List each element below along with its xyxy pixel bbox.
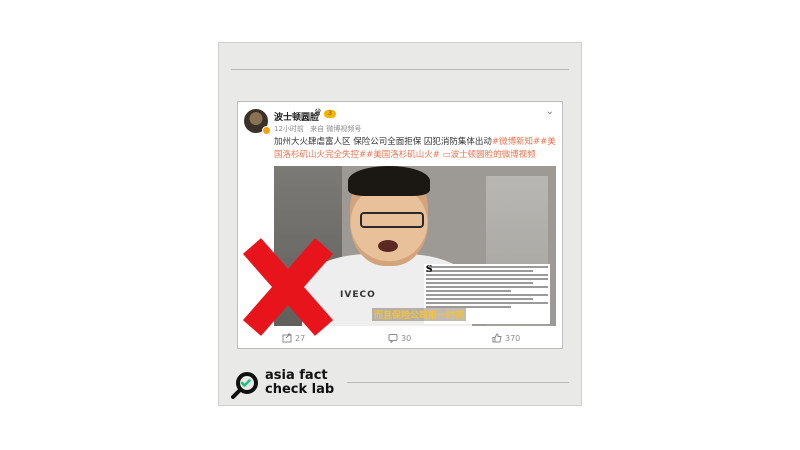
like-button[interactable]: 370	[492, 333, 520, 343]
chevron-down-icon[interactable]: ⌄	[546, 106, 554, 117]
post-meta: 12小时前 来自 微博视频号	[274, 124, 365, 134]
document-line	[426, 278, 548, 280]
comment-button[interactable]: 30	[388, 333, 412, 344]
magnifier-logo-icon	[231, 372, 258, 399]
video-link[interactable]: 波士顿圆脸的微博视频	[451, 150, 536, 160]
repost-icon	[282, 333, 292, 343]
vip-level-badge: 3	[324, 110, 336, 118]
video-person-hair	[348, 166, 430, 196]
document-line	[426, 286, 548, 288]
red-cross-icon	[242, 238, 334, 336]
weibo-post: 波士顿圆脸 ♛ 3 12小时前 来自 微博视频号 ⌄ 加州大火肆虐富人区 保险公…	[237, 101, 563, 349]
like-icon	[492, 333, 502, 343]
comment-count: 30	[401, 334, 412, 343]
document-line	[426, 302, 548, 304]
repost-count: 27	[295, 334, 306, 343]
video-link-icon: ▭	[442, 150, 451, 160]
hashtag-weibo-xinzhi[interactable]: #微博新知#	[492, 137, 540, 147]
post-body: 加州大火肆虐富人区 保险公司全面拒保 囚犯消防集体出动	[274, 137, 492, 147]
document-line	[426, 282, 534, 284]
post-time: 12小时前	[274, 125, 304, 133]
video-person-glasses	[360, 212, 424, 228]
video-person-mouth	[378, 240, 398, 252]
verified-badge-icon	[262, 126, 271, 135]
post-source: 来自 微博视频号	[310, 125, 362, 133]
document-line	[426, 298, 534, 300]
brand-line-1: asia fact	[265, 368, 328, 383]
document-line	[426, 274, 548, 276]
hashtag-la-fire[interactable]: #美国洛杉矶山火#	[366, 150, 440, 160]
document-line	[426, 266, 548, 268]
crown-icon: ♛	[314, 108, 323, 118]
like-count: 370	[505, 334, 521, 343]
brand-line-2: check lab	[265, 382, 335, 397]
document-initial: S	[426, 265, 433, 275]
post-actions: 27 30 370	[238, 330, 562, 348]
document-line	[426, 290, 512, 292]
bottom-divider	[347, 382, 569, 383]
shirt-logo: IVECO	[340, 290, 376, 300]
document-line	[426, 294, 548, 296]
brand-logo-text: asia fact check lab	[265, 369, 334, 397]
top-divider	[231, 69, 569, 70]
post-text: 加州大火肆虐富人区 保险公司全面拒保 囚犯消防集体出动#微博新知# #美国洛杉矶山…	[274, 136, 556, 162]
fact-check-card: 波士顿圆脸 ♛ 3 12小时前 来自 微博视频号 ⌄ 加州大火肆虐富人区 保险公…	[218, 42, 582, 406]
repost-button[interactable]: 27	[282, 333, 305, 343]
username[interactable]: 波士顿圆脸	[274, 110, 319, 123]
document-line	[426, 270, 534, 272]
comment-icon	[388, 334, 398, 344]
video-subtitle: 而且保险公司第一时间	[372, 308, 467, 321]
